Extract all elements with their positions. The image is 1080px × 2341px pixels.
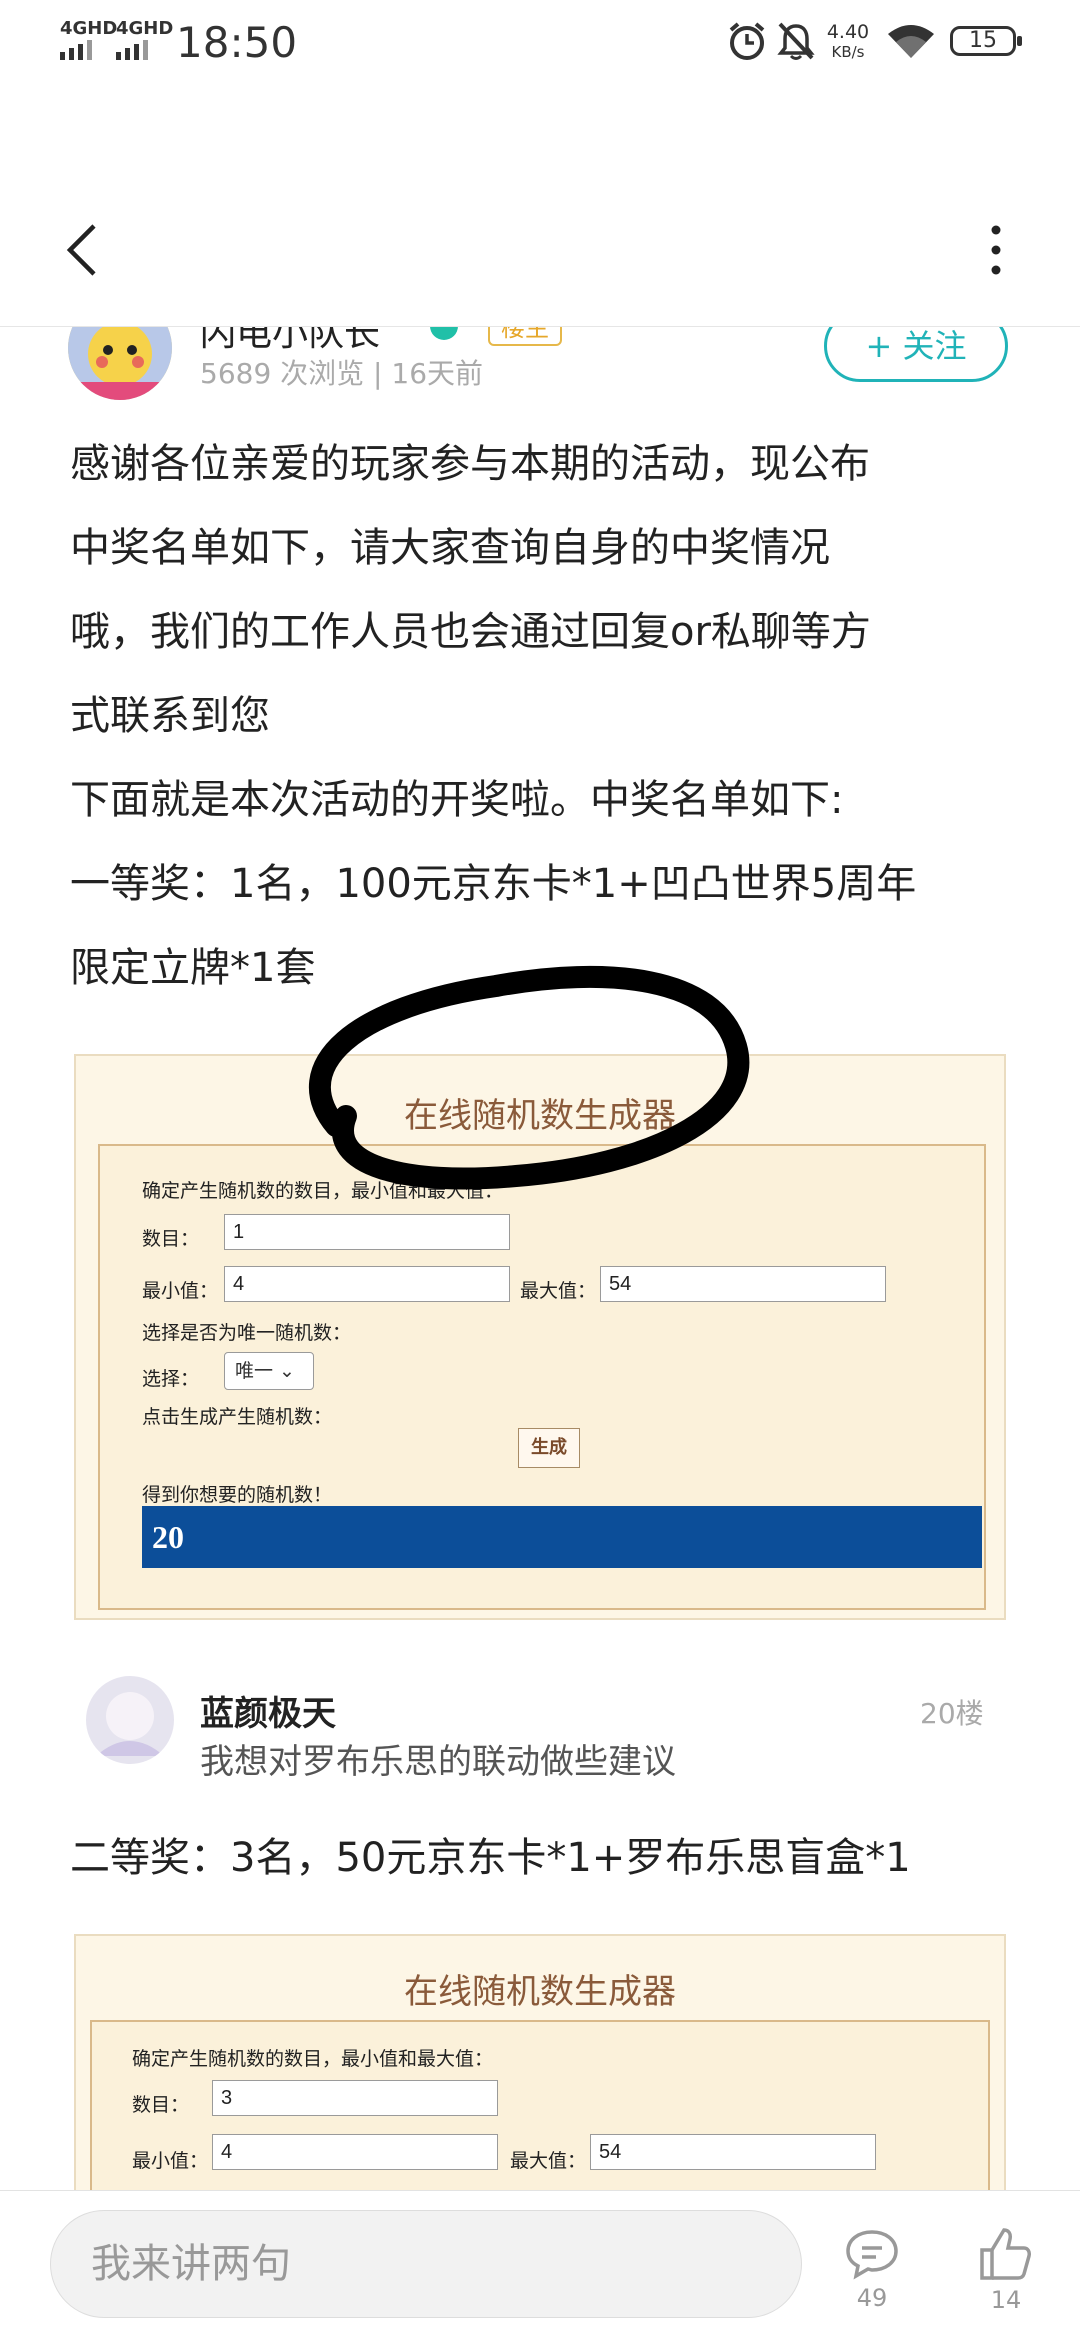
comment-input[interactable]: 我来讲两句 bbox=[50, 2210, 802, 2318]
post-line: 中奖名单如下，请大家查询自身的中奖情况 bbox=[70, 525, 830, 571]
select-label: 选择： bbox=[142, 1368, 200, 1390]
signal-icon-2 bbox=[116, 40, 148, 60]
comment-text[interactable]: 我想对罗布乐思的联动做些建议 bbox=[200, 1734, 676, 1783]
signal-label-1: 4GHD bbox=[60, 18, 118, 39]
random-generator-image-1[interactable]: 在线随机数生成器 确定产生随机数的数目，最小值和最大值： 数目： 1 最小值： … bbox=[74, 965, 1006, 1620]
commenter-name[interactable]: 蓝颜极天 bbox=[200, 1686, 336, 1735]
alarm-icon bbox=[729, 22, 765, 60]
post-line: 哦，我们的工作人员也会通过回复or私聊等方 bbox=[70, 609, 871, 655]
max-input[interactable]: 54 bbox=[600, 1266, 886, 1302]
floor-number: 20楼 bbox=[920, 1697, 984, 1730]
hand-drawn-circle-mark bbox=[308, 965, 750, 1190]
random-generator-image-2[interactable]: 在线随机数生成器 确定产生随机数的数目，最小值和最大值： 数目： 3 最小值： … bbox=[74, 1934, 1006, 2240]
signal-label-2: 4GHD bbox=[116, 18, 174, 39]
wifi-icon bbox=[888, 25, 934, 58]
post-body: 感谢各位亲爱的玩家参与本期的活动，现公布 中奖名单如下，请大家查询自身的中奖情况… bbox=[70, 436, 1030, 1024]
unique-select[interactable]: 唯一 ⌄ bbox=[224, 1352, 314, 1390]
post-line: 下面就是本次活动的开奖啦。中奖名单如下: bbox=[70, 777, 844, 823]
min-label: 最小值： bbox=[142, 1280, 219, 1302]
comment-count: 49 bbox=[856, 2284, 888, 2312]
comment-icon[interactable] bbox=[844, 2228, 900, 2280]
generator-title: 在线随机数生成器 bbox=[404, 1972, 676, 2012]
like-icon[interactable] bbox=[978, 2226, 1032, 2282]
min-input[interactable]: 4 bbox=[224, 1266, 510, 1302]
back-icon[interactable] bbox=[62, 222, 102, 278]
max-label: 最大值： bbox=[520, 1280, 597, 1302]
result-value: 20 bbox=[142, 1506, 982, 1568]
post-line: 感谢各位亲爱的玩家参与本期的活动，现公布 bbox=[70, 441, 870, 487]
click-instruction: 点击生成产生随机数： bbox=[142, 1406, 333, 1428]
second-prize-text: 二等奖：3名，50元京东卡*1+罗布乐思盲盒*1 bbox=[70, 1835, 911, 1881]
net-speed: 4.40 KB/s bbox=[826, 21, 870, 61]
max-input[interactable]: 54 bbox=[590, 2134, 876, 2170]
generate-button[interactable]: 生成 bbox=[518, 1428, 580, 1468]
top-nav bbox=[0, 86, 1080, 327]
min-label: 最小值： bbox=[132, 2150, 209, 2172]
battery-indicator: 15 bbox=[950, 26, 1022, 56]
signal-icon bbox=[60, 40, 92, 60]
mute-icon bbox=[777, 22, 815, 60]
generator-instruction: 确定产生随机数的数目，最小值和最大值： bbox=[132, 2048, 494, 2070]
view-count: 5689 次浏览 | 16天前 bbox=[200, 357, 484, 390]
count-label: 数目： bbox=[142, 1228, 200, 1250]
count-input[interactable]: 3 bbox=[212, 2080, 498, 2116]
post-line: 式联系到您 bbox=[70, 693, 270, 739]
max-label: 最大值： bbox=[510, 2150, 587, 2172]
post-line: 一等奖：1名，100元京东卡*1+凹凸世界5周年 bbox=[70, 861, 917, 907]
count-label: 数目： bbox=[132, 2094, 190, 2116]
like-count: 14 bbox=[990, 2286, 1022, 2314]
unique-question: 选择是否为唯一随机数： bbox=[142, 1322, 352, 1344]
status-bar: 4GHD 4GHD 18:50 4.40 KB/s 15 bbox=[0, 0, 1080, 86]
commenter-avatar-image bbox=[86, 1676, 174, 1764]
commenter-avatar[interactable] bbox=[86, 1676, 174, 1764]
clock: 18:50 bbox=[176, 18, 298, 67]
result-label: 得到你想要的随机数！ bbox=[142, 1484, 333, 1506]
more-icon[interactable] bbox=[990, 222, 1002, 278]
min-input[interactable]: 4 bbox=[212, 2134, 498, 2170]
